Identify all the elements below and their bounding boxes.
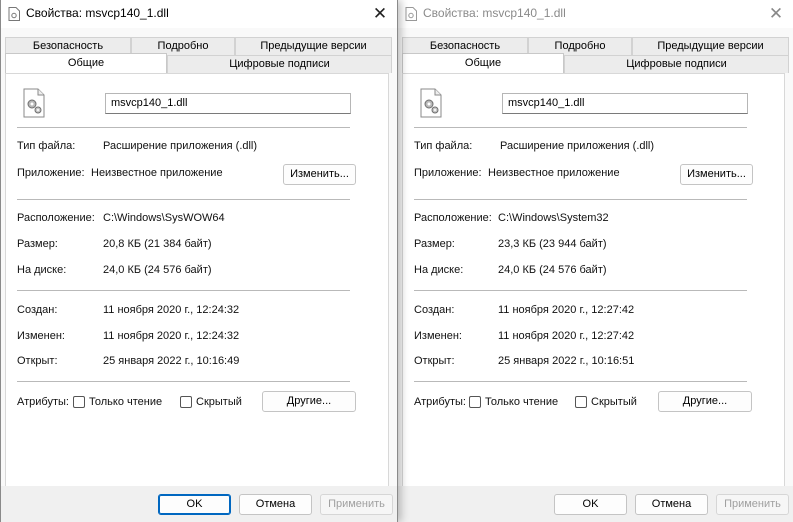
tab-general[interactable]: Общие: [402, 53, 564, 73]
size-value: 20,8 КБ (21 384 байт): [103, 238, 212, 250]
general-tab-panel: [5, 73, 389, 486]
ok-button[interactable]: OK: [554, 494, 627, 515]
location-label: Расположение:: [17, 212, 95, 224]
separator: [414, 290, 747, 291]
gear-file-icon: [23, 88, 45, 118]
modified-label: Изменен:: [17, 330, 65, 342]
modified-value: 11 ноября 2020 г., 12:27:42: [498, 330, 635, 342]
modified-value: 11 ноября 2020 г., 12:24:32: [103, 330, 240, 342]
properties-window-system32: Свойства: msvcp140_1.dll ✕ Безопасность …: [398, 0, 793, 522]
change-button[interactable]: Изменить...: [283, 164, 356, 185]
size-on-disk-value: 24,0 КБ (24 576 байт): [498, 264, 607, 276]
tab-general[interactable]: Общие: [5, 53, 167, 73]
readonly-label[interactable]: Только чтение: [485, 396, 558, 408]
tab-row-bottom: Общие Цифровые подписи: [5, 53, 392, 73]
file-name-input[interactable]: msvcp140_1.dll: [502, 93, 748, 114]
location-label: Расположение:: [414, 212, 492, 224]
dll-file-icon: [405, 7, 417, 21]
attributes-label: Атрибуты:: [17, 396, 69, 408]
hidden-label[interactable]: Скрытый: [196, 396, 242, 408]
dialog-footer: OK Отмена Применить: [398, 486, 793, 522]
size-label: Размер:: [414, 238, 455, 250]
file-type-label: Тип файла:: [414, 140, 473, 152]
application-label: Приложение:: [414, 167, 482, 179]
tab-digital-signatures[interactable]: Цифровые подписи: [564, 55, 789, 73]
separator: [414, 127, 747, 128]
size-value: 23,3 КБ (23 944 байт): [498, 238, 607, 250]
application-label: Приложение:: [17, 167, 85, 179]
separator: [414, 199, 747, 200]
advanced-button[interactable]: Другие...: [658, 391, 752, 412]
window-title: Свойства: msvcp140_1.dll: [423, 6, 566, 20]
tab-previous-versions[interactable]: Предыдущие версии: [632, 37, 789, 55]
cancel-button[interactable]: Отмена: [239, 494, 312, 515]
hidden-label[interactable]: Скрытый: [591, 396, 637, 408]
attributes-label: Атрибуты:: [414, 396, 466, 408]
cancel-button[interactable]: Отмена: [635, 494, 708, 515]
created-value: 11 ноября 2020 г., 12:24:32: [103, 304, 240, 316]
modified-label: Изменен:: [414, 330, 462, 342]
properties-window-syswow64: Свойства: msvcp140_1.dll ✕ Безопасность …: [0, 0, 398, 522]
gear-file-icon: [420, 88, 442, 118]
location-value: C:\Windows\System32: [498, 212, 609, 224]
title-bar[interactable]: Свойства: msvcp140_1.dll ✕: [1, 0, 397, 28]
file-type-value: Расширение приложения (.dll): [103, 140, 258, 152]
size-on-disk-label: На диске:: [414, 264, 464, 276]
apply-button[interactable]: Применить: [320, 494, 393, 515]
dialog-footer: OK Отмена Применить: [1, 486, 397, 522]
file-name-input[interactable]: msvcp140_1.dll: [105, 93, 351, 114]
file-type-label: Тип файла:: [17, 140, 76, 152]
size-on-disk-value: 24,0 КБ (24 576 байт): [103, 264, 212, 276]
apply-button[interactable]: Применить: [716, 494, 789, 515]
accessed-value: 25 января 2022 г., 10:16:51: [498, 355, 635, 367]
close-icon[interactable]: ✕: [765, 3, 787, 25]
separator: [17, 290, 350, 291]
ok-button[interactable]: OK: [158, 494, 231, 515]
tab-digital-signatures[interactable]: Цифровые подписи: [167, 55, 392, 73]
hidden-checkbox[interactable]: [575, 396, 587, 408]
readonly-checkbox[interactable]: [469, 396, 481, 408]
file-type-value: Расширение приложения (.dll): [500, 140, 655, 152]
change-button[interactable]: Изменить...: [680, 164, 753, 185]
size-label: Размер:: [17, 238, 58, 250]
created-label: Создан:: [414, 304, 455, 316]
application-value: Неизвестное приложение: [91, 167, 223, 179]
advanced-button[interactable]: Другие...: [262, 391, 356, 412]
created-label: Создан:: [17, 304, 58, 316]
close-icon[interactable]: ✕: [369, 3, 391, 25]
accessed-label: Открыт:: [414, 355, 455, 367]
tab-row-bottom: Общие Цифровые подписи: [402, 53, 789, 73]
separator: [17, 199, 350, 200]
readonly-label[interactable]: Только чтение: [89, 396, 162, 408]
separator: [17, 127, 350, 128]
accessed-value: 25 января 2022 г., 10:16:49: [103, 355, 240, 367]
readonly-checkbox[interactable]: [73, 396, 85, 408]
title-bar[interactable]: Свойства: msvcp140_1.dll ✕: [398, 0, 793, 28]
accessed-label: Открыт:: [17, 355, 58, 367]
separator: [17, 381, 350, 382]
location-value: C:\Windows\SysWOW64: [103, 212, 225, 224]
size-on-disk-label: На диске:: [17, 264, 67, 276]
created-value: 11 ноября 2020 г., 12:27:42: [498, 304, 635, 316]
separator: [414, 381, 747, 382]
application-value: Неизвестное приложение: [488, 167, 620, 179]
window-title: Свойства: msvcp140_1.dll: [26, 6, 169, 20]
general-tab-panel: [402, 73, 785, 486]
tab-previous-versions[interactable]: Предыдущие версии: [235, 37, 392, 55]
hidden-checkbox[interactable]: [180, 396, 192, 408]
dll-file-icon: [8, 7, 20, 21]
